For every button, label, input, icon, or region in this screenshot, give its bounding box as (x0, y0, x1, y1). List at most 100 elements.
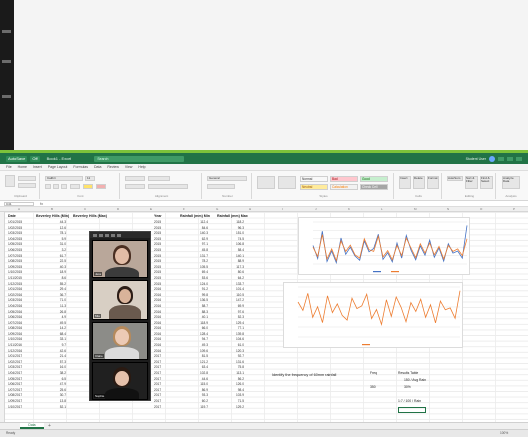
chart-2-svg (297, 286, 461, 346)
number-format-select[interactable]: General (207, 176, 247, 181)
results-table: Freq Results Table 150 / Avg Rain 350 30… (368, 371, 448, 417)
header-rain-min[interactable]: Rainfall (mm) Min (180, 214, 210, 218)
cut-button[interactable] (18, 176, 36, 181)
name-box[interactable]: C41 (4, 202, 34, 206)
clipboard-group: Clipboard (2, 173, 40, 199)
font-name-select[interactable]: Calibri (45, 176, 83, 181)
style-good[interactable]: Good (360, 176, 388, 182)
menu-formulas[interactable]: Formulas (73, 165, 88, 169)
style-neutral[interactable]: Neutral (300, 184, 328, 190)
year-column: 2015 2015 2015 2015 2015 2015 2015 2015 2015 2015… (154, 220, 161, 410)
header-date[interactable]: Date (8, 214, 16, 218)
video-tile[interactable]: Jess (92, 240, 148, 278)
find-select-button[interactable]: Find & Select (480, 176, 493, 189)
format-as-table-button[interactable] (278, 176, 296, 189)
line-chart-rainfall[interactable] (283, 282, 463, 348)
video-tile[interactable]: Claire (92, 322, 148, 360)
participant-name: Sophie (94, 394, 106, 398)
close-button[interactable] (516, 156, 522, 161)
menu-bar: File Home Insert Page Layout Formulas Da… (0, 164, 528, 171)
search-box[interactable]: Search (94, 155, 185, 162)
avatar[interactable] (489, 155, 495, 162)
result-line[interactable]: 350 (370, 385, 376, 389)
video-toolbar[interactable] (90, 232, 150, 238)
align-top-buttons[interactable] (125, 176, 145, 181)
date-cell[interactable]: 1/10/2017 (8, 405, 22, 411)
result-line[interactable]: 30% (404, 385, 411, 389)
align-horizontal-buttons[interactable] (125, 184, 145, 189)
currency-percent-buttons[interactable] (207, 184, 235, 189)
delete-cells-button[interactable]: Delete (413, 176, 425, 189)
min-cell[interactable]: 52.1 (40, 405, 66, 411)
copy-button[interactable] (18, 183, 36, 188)
selected-cell[interactable] (398, 407, 426, 413)
header-rain-max[interactable]: Rainfall (mm) Max (217, 214, 248, 218)
menu-home[interactable]: Home (18, 165, 27, 169)
sort-filter-button[interactable]: Sort & Filter (465, 176, 478, 189)
date-column: 1/01/2015 1/02/2015 1/03/2015 1/04/2015 1/05… (8, 220, 22, 410)
rain-min-column: 112.4 84.6 140.3 62.9 97.1 45.8 131.7 78.2 105.5… (182, 220, 208, 410)
minimize-button[interactable] (498, 156, 504, 161)
paste-button[interactable] (5, 175, 15, 187)
merge-center-button[interactable] (148, 184, 188, 189)
year-cell[interactable]: 2017 (154, 405, 161, 411)
menu-page-layout[interactable]: Page Layout (48, 165, 68, 169)
group-label-font: Font (77, 194, 84, 198)
fill-color-button[interactable] (83, 184, 93, 189)
menu-data[interactable]: Data (94, 165, 101, 169)
font-size-select[interactable]: 11 (85, 176, 95, 181)
font-color-button[interactable] (96, 184, 106, 189)
styles-group: Normal Bad Good Neutral Calculation Chec… (254, 173, 394, 199)
autosave-toggle[interactable]: Off (30, 155, 40, 162)
borders-button[interactable] (70, 184, 80, 189)
series-line-0[interactable] (297, 290, 461, 327)
video-tile[interactable]: Sophie (92, 362, 148, 400)
legend-swatch (373, 271, 381, 273)
autosave-button[interactable]: AutoSave (6, 155, 28, 162)
wrap-text-button[interactable] (148, 176, 170, 181)
style-check-cell[interactable]: Check Cell (360, 184, 388, 190)
fx-icon[interactable]: fx (40, 201, 43, 206)
conditional-formatting-button[interactable] (257, 176, 275, 189)
insert-cells-button[interactable]: Insert (399, 176, 411, 189)
result-line[interactable]: 1:7 / 100 / Rain (398, 399, 421, 403)
rain-max-column: 118.2 96.3 151.0 74.5 106.8 58.4 140.1 88.9 117.… (218, 220, 244, 410)
menu-file[interactable]: File (6, 165, 12, 169)
style-normal[interactable]: Normal (300, 176, 328, 182)
menu-help[interactable]: Help (138, 165, 145, 169)
legend-swatch (391, 271, 399, 273)
format-cells-button[interactable]: Format (427, 176, 439, 189)
header-year[interactable]: Year (154, 214, 162, 218)
series-line-0[interactable] (312, 225, 468, 265)
cells-group: Insert Delete Format Cells (396, 173, 442, 199)
rain-max-cell[interactable]: 129.2 (218, 405, 244, 411)
header-min[interactable]: Beverley Hills (Min) (36, 214, 69, 218)
sheet-tabs-bar: Data + (0, 422, 528, 429)
freq-header[interactable]: Freq (370, 371, 377, 375)
ribbon: Clipboard Calibri 11 Font Alignment Gene… (0, 171, 528, 201)
style-bad[interactable]: Bad (330, 176, 358, 182)
autosum-button[interactable]: AutoSum (447, 176, 463, 181)
menu-view[interactable]: View (125, 165, 133, 169)
min-column: 44.3 12.6 78.1 5.9 31.0 3.2 61.7 22.5 40.3 18.9 8.… (40, 220, 66, 410)
maximize-button[interactable] (507, 156, 513, 161)
bold-button[interactable] (45, 184, 51, 189)
status-bar: Ready 100% (0, 429, 528, 437)
menu-review[interactable]: Review (107, 165, 118, 169)
title-bar: AutoSave Off Book1 - Excel Search Studen… (0, 153, 528, 164)
question-text[interactable]: Identify the frequency of 60mm rainfall (272, 373, 336, 377)
menu-insert[interactable]: Insert (33, 165, 42, 169)
result-line[interactable]: 150 / Avg Rain (404, 378, 426, 382)
style-calculation[interactable]: Calculation (330, 184, 358, 190)
rain-min-cell[interactable]: 119.7 (182, 405, 208, 411)
results-header[interactable]: Results Table (398, 371, 418, 375)
video-tile[interactable]: Mia (92, 280, 148, 320)
line-chart-temperature[interactable] (298, 217, 470, 275)
analyze-data-button[interactable]: Analyze Data (502, 176, 520, 189)
video-call-panel[interactable]: Jess Mia Claire Sophie (89, 231, 151, 401)
participant-name: Mia (94, 314, 101, 318)
underline-button[interactable] (61, 184, 67, 189)
header-max[interactable]: Beverley Hills (Max) (73, 214, 107, 218)
italic-button[interactable] (53, 184, 59, 189)
participant-name: Jess (94, 272, 103, 276)
